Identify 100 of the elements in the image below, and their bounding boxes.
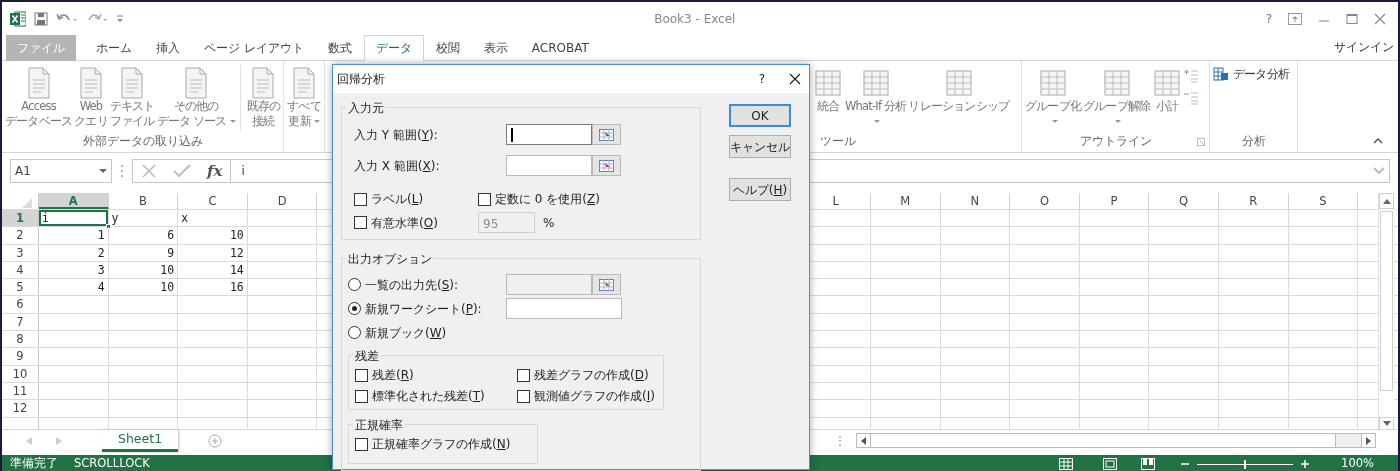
table-cell[interactable]: 4 [39, 279, 109, 296]
insert-function-button[interactable]: fx [207, 159, 223, 183]
range-select-button[interactable] [592, 155, 621, 176]
zoom-out-icon[interactable] [1181, 460, 1190, 468]
dialog-button[interactable]: ヘルプ(H) [729, 178, 791, 201]
input-field[interactable] [506, 124, 592, 145]
table-cell[interactable]: 12 [178, 244, 248, 261]
radio-button[interactable] [348, 278, 361, 291]
grip-icon[interactable] [838, 435, 842, 447]
save-icon[interactable] [34, 11, 48, 26]
ribbon-tab[interactable]: 校閲 [423, 35, 472, 61]
ribbon-tab[interactable]: データ [363, 35, 424, 61]
slider-thumb[interactable] [1244, 459, 1247, 469]
input-field[interactable] [506, 298, 622, 319]
column-header[interactable]: D [247, 193, 318, 209]
table-cell[interactable]: 14 [178, 261, 248, 279]
column-header[interactable]: C [178, 193, 248, 209]
horizontal-scrollbar[interactable] [856, 433, 1376, 448]
checkbox[interactable] [478, 192, 491, 206]
ribbon-button[interactable]: リレーションシップ [907, 65, 1011, 116]
ribbon-display-icon[interactable] [1288, 12, 1302, 25]
group-label: 入力元 [346, 99, 386, 117]
table-cell[interactable]: 9 [108, 244, 179, 261]
fill-handle[interactable] [105, 224, 111, 230]
ribbon-button[interactable]: 統合 [812, 65, 844, 116]
page-break-icon[interactable] [1141, 458, 1156, 470]
input-field[interactable] [506, 155, 592, 176]
name-box[interactable]: A1 [10, 159, 112, 183]
checkbox[interactable] [517, 368, 530, 382]
scroll-up-button[interactable] [1379, 193, 1394, 209]
customize-icon[interactable] [116, 13, 124, 24]
table-cell[interactable]: 3 [39, 261, 109, 279]
table-cell[interactable]: 16 [178, 279, 248, 296]
dialog-button[interactable]: キャンセル [729, 135, 791, 158]
zoom-in-icon[interactable] [1301, 460, 1310, 468]
ribbon-tab[interactable]: ACROBAT [519, 35, 601, 61]
document-icon [119, 67, 146, 99]
checkbox[interactable] [517, 389, 530, 403]
row-header[interactable]: 1 [2, 210, 39, 227]
column-header[interactable]: B [108, 193, 179, 209]
table-cell[interactable]: 6 [108, 227, 179, 244]
ribbon-button[interactable]: Access データベース [4, 65, 74, 131]
sign-in-link[interactable]: サインイン [1334, 38, 1394, 56]
column-header[interactable]: Q [1149, 193, 1219, 209]
sheet-tab[interactable]: Sheet1 [102, 430, 179, 452]
close-icon[interactable] [789, 73, 801, 85]
dropdown-icon[interactable] [99, 168, 107, 174]
collapse-ribbon-icon[interactable] [1372, 136, 1384, 146]
ribbon-button[interactable]: グループ化 [1024, 65, 1082, 131]
table-cell[interactable]: 10 [108, 279, 179, 296]
table-cell[interactable]: 2 [39, 244, 109, 261]
table-cell[interactable]: y [108, 210, 179, 227]
column-header[interactable]: P [1079, 193, 1150, 209]
ribbon-button[interactable]: Web クエリ [73, 65, 109, 131]
normal-view-icon[interactable] [1059, 458, 1074, 470]
zoom-level[interactable]: 100% [1341, 455, 1374, 471]
radio-button[interactable] [348, 302, 361, 315]
help-button[interactable]: ? [758, 70, 765, 88]
ribbon-button[interactable]: テキスト ファイル [108, 65, 156, 131]
column-header[interactable]: S [1288, 193, 1359, 209]
page-layout-icon[interactable] [1103, 458, 1118, 470]
table-cell[interactable]: 1 [39, 227, 109, 244]
range-select-button[interactable] [592, 274, 621, 295]
dialog-button[interactable]: OK [729, 104, 791, 127]
help-button[interactable]: ? [1265, 9, 1272, 28]
checkbox[interactable] [355, 389, 368, 403]
ribbon-button[interactable]: 既存の 接続 [239, 65, 282, 131]
ribbon-tab[interactable]: ホーム [84, 35, 144, 61]
ribbon-tab[interactable]: 数式 [315, 35, 364, 61]
radio-button[interactable] [348, 326, 361, 339]
ribbon-tab[interactable]: 表示 [471, 35, 520, 61]
range-select-button[interactable] [592, 124, 621, 145]
app-icon[interactable] [10, 10, 26, 27]
table-cell[interactable]: 10 [178, 227, 248, 244]
scroll-thumb[interactable] [1380, 211, 1393, 391]
column-header[interactable]: R [1218, 193, 1289, 209]
maximize-icon[interactable] [1346, 12, 1358, 25]
scroll-down-button[interactable] [1379, 417, 1394, 429]
status-text: SCROLLLOCK [74, 455, 150, 471]
ribbon-button[interactable]: グループ解除 [1082, 65, 1152, 131]
ribbon-button[interactable]: 小計 [1151, 65, 1184, 116]
checkbox[interactable] [354, 216, 367, 229]
checkbox[interactable] [355, 368, 368, 382]
ribbon-tab[interactable]: ページ レイアウト [192, 35, 316, 61]
ribbon-button[interactable]: その他の データ ソース [155, 65, 237, 131]
ribbon-button[interactable]: What-If 分析 [844, 65, 908, 131]
column-header[interactable]: O [1010, 193, 1080, 209]
data-analysis-button[interactable]: データ分析 [1212, 65, 1290, 84]
checkbox[interactable] [354, 192, 367, 206]
column-header[interactable]: N [940, 193, 1011, 209]
table-cell[interactable]: 10 [108, 261, 179, 279]
ribbon-button[interactable]: すべて 更新 [286, 65, 322, 131]
radio-label: 一覧の出力先(S): [365, 276, 459, 294]
checkbox[interactable] [355, 437, 368, 451]
column-header[interactable]: M [870, 193, 941, 209]
ribbon-tab[interactable]: 挿入 [144, 35, 192, 61]
column-header[interactable]: A [39, 193, 109, 209]
table-cell[interactable]: x [178, 210, 248, 227]
table-cell[interactable]: i [39, 210, 109, 227]
check-icon[interactable] [173, 164, 191, 178]
